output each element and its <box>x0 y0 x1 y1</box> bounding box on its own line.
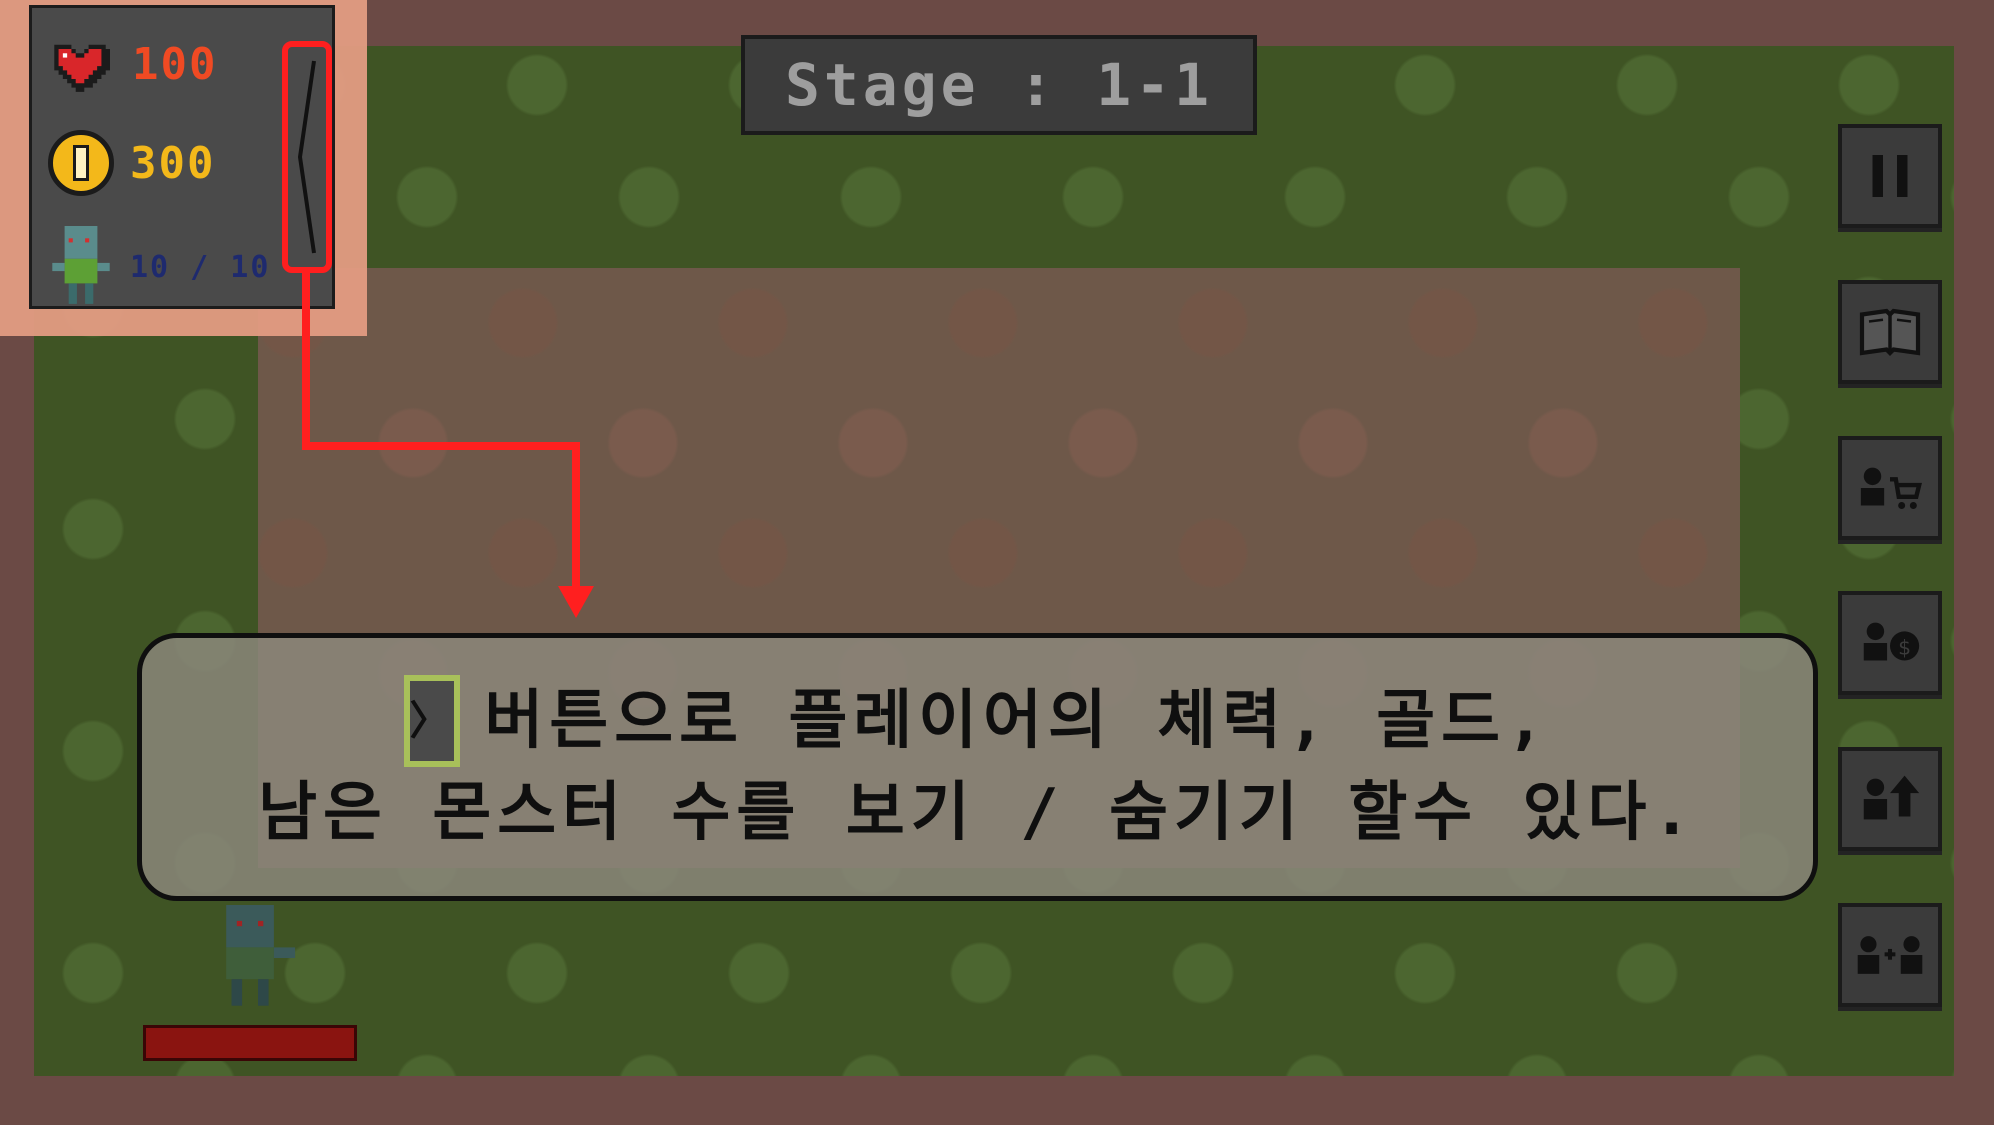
stage-text: Stage : 1-1 <box>784 51 1214 119</box>
person-up-arrow-icon <box>1863 775 1920 820</box>
tutorial-text-1: 버튼으로 플레이어의 체력, 골드, <box>484 684 1551 758</box>
tutorial-dialog: 〉 버튼으로 플레이어의 체력, 골드, 남은 몬스터 수를 보기 / 숨기기 … <box>137 633 1818 901</box>
chevron-right-icon: 〉 <box>409 698 456 744</box>
monster-count: 10 / 10 <box>130 249 271 285</box>
unit-upgrade-button[interactable] <box>1838 747 1942 851</box>
svg-text:$: $ <box>1898 636 1911 660</box>
gold-value: 300 <box>130 137 216 189</box>
toggle-button-illustration: 〉 <box>404 675 461 767</box>
pause-icon <box>1872 155 1908 197</box>
book-button[interactable] <box>1838 280 1942 384</box>
heart-icon <box>54 44 110 92</box>
spawn-health-bar <box>143 1025 357 1061</box>
tutorial-text-2: 남은 몬스터 수를 보기 / 숨기기 할수 있다. <box>258 776 1697 850</box>
tutorial-line-1: 〉 버튼으로 플레이어의 체력, 골드, <box>404 675 1550 767</box>
monster-row: 10 / 10 <box>52 226 270 308</box>
person-coin-icon: $ <box>1863 622 1920 661</box>
gold-row: 300 <box>48 130 215 196</box>
person-cart-icon <box>1860 467 1922 509</box>
arrow-head-icon <box>558 586 594 618</box>
callout-arrow-vertical-2 <box>572 442 580 592</box>
coin-icon <box>48 130 114 196</box>
stage-label: Stage : 1-1 <box>741 35 1257 135</box>
unit-sell-button[interactable]: $ <box>1838 591 1942 695</box>
tutorial-line-2: 남은 몬스터 수를 보기 / 숨기기 할수 있다. <box>258 767 1697 859</box>
hud-toggle-button[interactable] <box>282 41 332 273</box>
unit-merge-button[interactable] <box>1838 903 1942 1007</box>
chevron-left-icon <box>297 60 316 254</box>
hp-value: 100 <box>132 38 218 90</box>
person-plus-person-icon <box>1857 936 1923 974</box>
hp-row: 100 <box>50 36 217 92</box>
unit-shop-button[interactable] <box>1838 436 1942 540</box>
callout-arrow-vertical-1 <box>302 270 310 450</box>
book-icon <box>1859 308 1921 356</box>
zombie-icon <box>52 226 110 304</box>
pause-button[interactable] <box>1838 124 1942 228</box>
callout-arrow-horizontal <box>302 442 580 450</box>
zombie-enemy-icon <box>226 905 296 1006</box>
